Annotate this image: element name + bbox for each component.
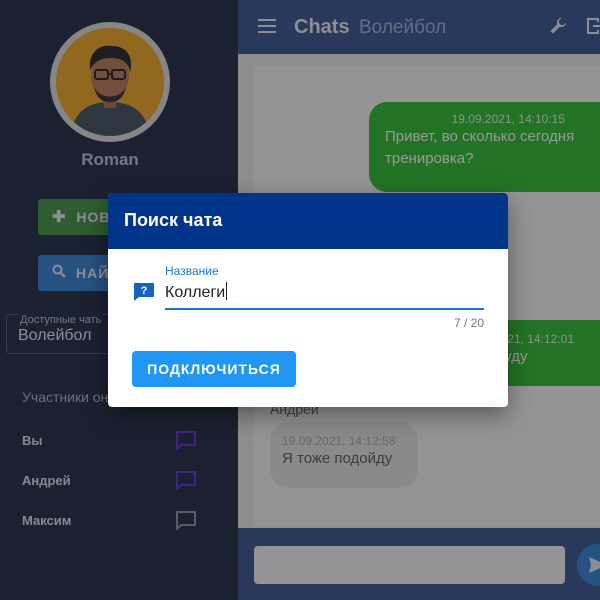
dialog-header: Поиск чата [108,193,508,249]
chat-name-input[interactable]: Коллеги [165,282,228,302]
input-underline [165,308,484,310]
search-chat-dialog: Поиск чата ? Название Коллеги 7 / 20 ПОД… [108,193,508,407]
character-counter: 7 / 20 [453,316,484,330]
dialog-title: Поиск чата [124,210,223,230]
text-caret [226,282,228,300]
connect-button[interactable]: ПОДКЛЮЧИТЬСЯ [132,351,296,387]
help-icon: ? [134,283,154,301]
chat-name-label: Название [165,264,219,278]
svg-text:?: ? [141,285,148,297]
chat-name-value: Коллеги [165,284,226,301]
